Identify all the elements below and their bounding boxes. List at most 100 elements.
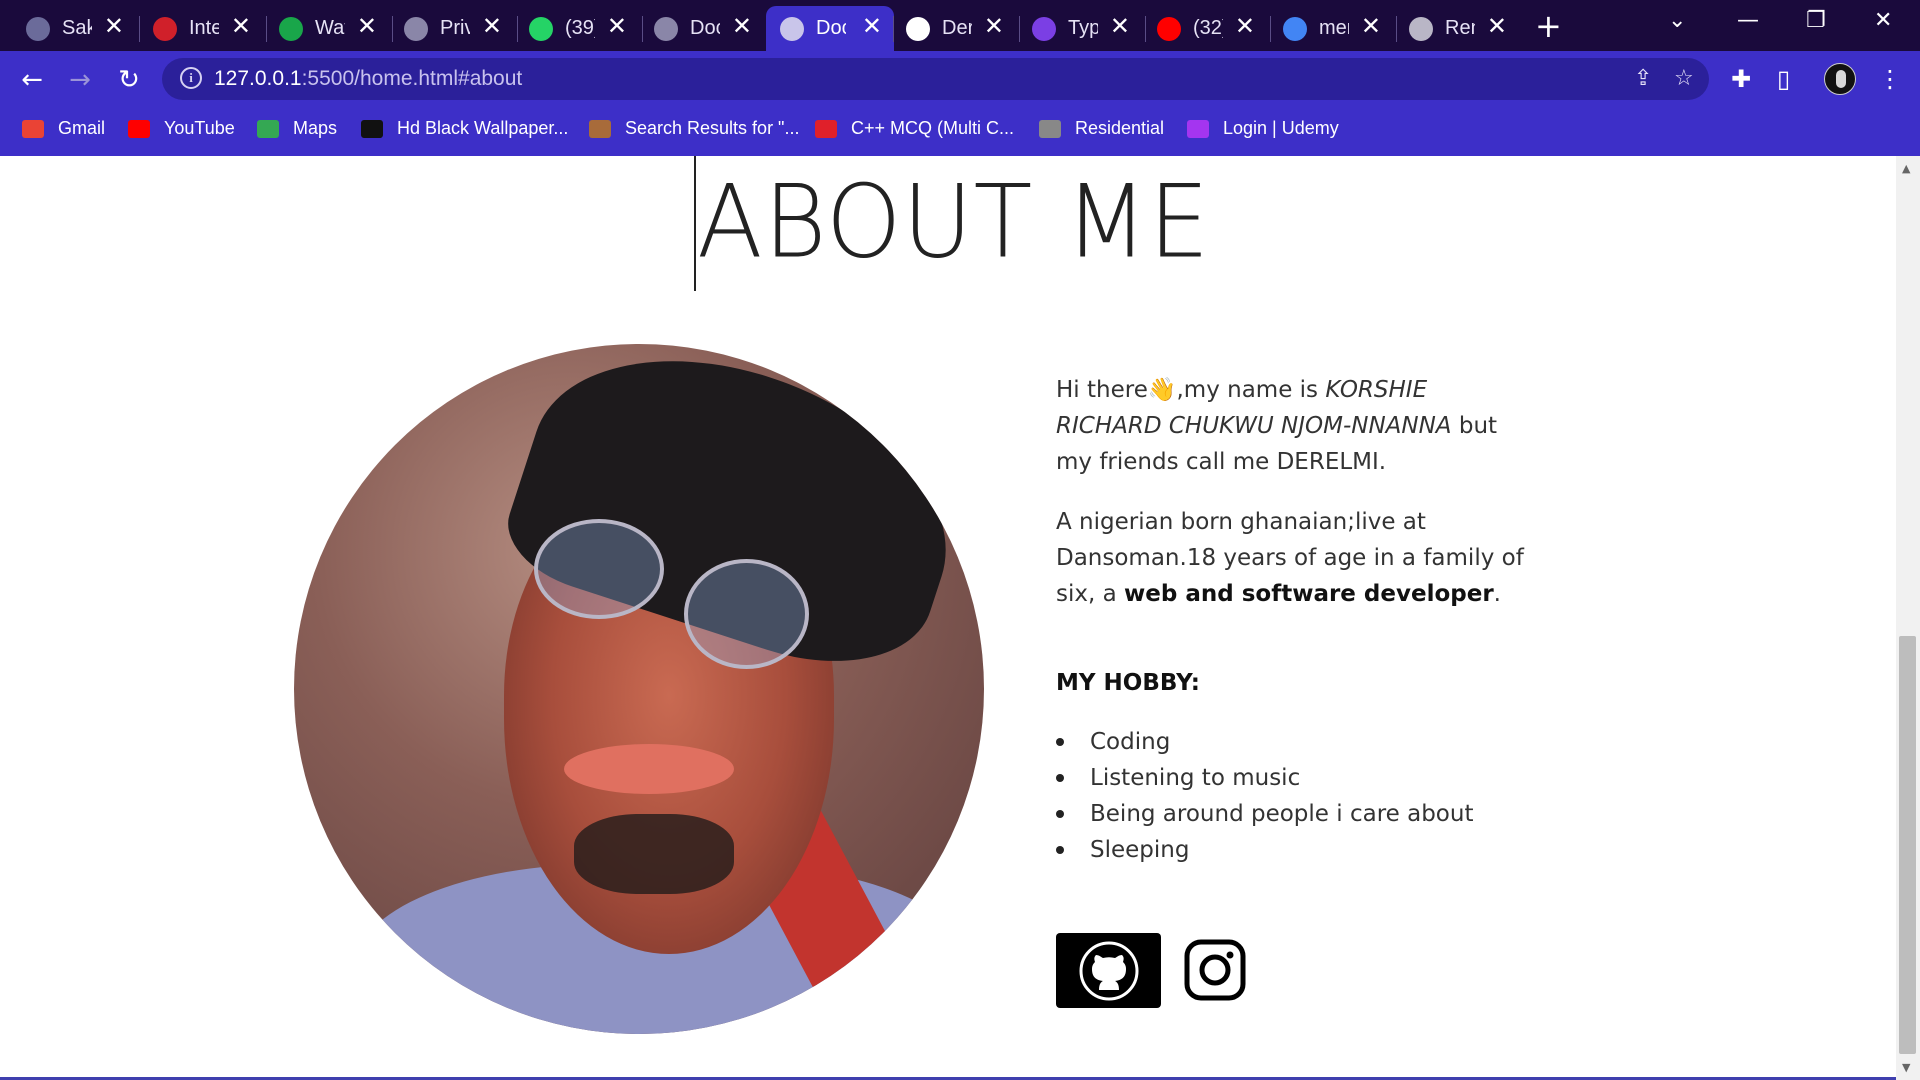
list-item: Listening to music: [1056, 760, 1473, 796]
tab[interactable]: Priv ✕: [390, 6, 514, 51]
bookmark-label: Login | Udemy: [1223, 118, 1339, 138]
page-scrollbar[interactable]: ▲ ▼: [1896, 156, 1920, 1080]
tab-close-icon[interactable]: ✕: [607, 15, 627, 39]
bookmark-label: Search Results for "...: [625, 118, 800, 138]
minimize-icon[interactable]: —: [1737, 8, 1759, 33]
bootstrap-icon: [1032, 16, 1056, 41]
bookmark-item[interactable]: Maps: [257, 118, 337, 139]
bio-text: Hi there👋,my name is KORSHIE RICHARD CHU…: [1056, 372, 1536, 636]
tab[interactable]: (39) ✕: [515, 6, 639, 51]
restore-icon[interactable]: ❐: [1806, 8, 1826, 33]
url-text[interactable]: 127.0.0.1:5500/home.html#about: [214, 67, 522, 91]
bookmark-favicon-icon: [589, 119, 611, 138]
tab-close-icon[interactable]: ✕: [984, 15, 1004, 39]
layers-icon: [1409, 16, 1433, 41]
scrollbar-thumb[interactable]: [1899, 636, 1916, 1054]
tab[interactable]: Doc ✕: [766, 6, 894, 51]
tab[interactable]: Ren ✕: [1395, 6, 1519, 51]
tab-close-icon[interactable]: ✕: [104, 15, 124, 39]
tab-title: (39): [565, 17, 595, 39]
role-highlight: web and software developer: [1124, 581, 1494, 607]
menu-icon[interactable]: ⋮: [1878, 65, 1902, 93]
tab[interactable]: mer ✕: [1269, 6, 1393, 51]
list-item: Coding: [1056, 724, 1473, 760]
globe-icon: [654, 16, 678, 41]
bio-intro: Hi there👋,my name is KORSHIE RICHARD CHU…: [1056, 377, 1498, 475]
github-icon: [1079, 941, 1138, 1000]
tab-close-icon[interactable]: ✕: [1487, 15, 1507, 39]
hobby-heading: MY HOBBY:: [1056, 670, 1201, 696]
tab[interactable]: Wat ✕: [265, 6, 389, 51]
side-panel-icon[interactable]: ▯: [1777, 65, 1790, 93]
bookmark-label: C++ MCQ (Multi C...: [851, 118, 1015, 138]
tab-title: (32): [1193, 17, 1223, 39]
address-bar[interactable]: i 127.0.0.1:5500/home.html#about ⇪ ☆: [162, 58, 1709, 100]
tab[interactable]: Inte ✕: [139, 6, 263, 51]
about-section: ABOUT ME Hi there👋,my name is KORSHIE RI…: [0, 156, 1896, 1080]
tab-title: Typ: [1068, 17, 1098, 39]
tab[interactable]: Typ ✕: [1018, 6, 1142, 51]
new-tab-button[interactable]: +: [1535, 10, 1562, 42]
bookmark-item[interactable]: Residential: [1039, 118, 1164, 139]
bookmark-favicon-icon: [815, 119, 837, 138]
tab-title: mer: [1319, 17, 1349, 39]
bookmark-item[interactable]: Gmail: [22, 118, 105, 139]
bookmark-favicon-icon: [22, 119, 44, 138]
instagram-icon: [1184, 939, 1246, 1001]
tab[interactable]: Doc ✕: [640, 6, 764, 51]
hobby-list: Coding Listening to music Being around p…: [1056, 724, 1473, 868]
bio-details: A nigerian born ghanaian;live at Dansoma…: [1056, 509, 1524, 607]
book-icon: [26, 16, 50, 41]
tab-title: Ren: [1445, 17, 1475, 39]
bookmark-label: Maps: [293, 118, 338, 138]
wave-emoji: 👋: [1147, 377, 1177, 403]
forward-icon[interactable]: →: [62, 65, 98, 95]
profile-avatar[interactable]: [1824, 63, 1856, 95]
scroll-up-icon[interactable]: ▲: [1902, 162, 1910, 175]
list-item: Being around people i care about: [1056, 796, 1473, 832]
scroll-down-icon[interactable]: ▼: [1902, 1061, 1910, 1074]
bookmark-favicon-icon: [1187, 119, 1209, 138]
github-icon: [906, 16, 930, 41]
whatsapp-icon: [529, 16, 553, 41]
bookmark-label: Residential: [1075, 118, 1165, 138]
bookmark-star-icon[interactable]: ☆: [1674, 66, 1694, 91]
bookmark-label: Gmail: [58, 118, 106, 138]
back-icon[interactable]: ←: [14, 65, 50, 95]
tab-close-icon[interactable]: ✕: [1235, 15, 1255, 39]
bookmark-label: Hd Black Wallpaper...: [397, 118, 569, 138]
profile-photo: [294, 344, 984, 1034]
share-icon[interactable]: ⇪: [1634, 66, 1652, 91]
site-info-icon[interactable]: i: [180, 67, 202, 89]
extensions-icon[interactable]: ✚: [1731, 65, 1751, 93]
tab-close-icon[interactable]: ✕: [357, 15, 377, 39]
bookmark-item[interactable]: Login | Udemy: [1187, 118, 1339, 139]
bookmark-item[interactable]: Search Results for "...: [589, 118, 799, 139]
tab[interactable]: (32) ✕: [1143, 6, 1267, 51]
tab-close-icon[interactable]: ✕: [732, 15, 752, 39]
tab-close-icon[interactable]: ✕: [1110, 15, 1130, 39]
instagram-link[interactable]: [1184, 939, 1246, 1001]
github-link[interactable]: [1056, 933, 1161, 1008]
tab-close-icon[interactable]: ✕: [862, 15, 882, 39]
tab-close-icon[interactable]: ✕: [1361, 15, 1381, 39]
tab-title: Sak: [62, 17, 92, 39]
bookmark-item[interactable]: Hd Black Wallpaper...: [361, 118, 568, 139]
tab-title: Doc: [816, 17, 846, 39]
bookmark-item[interactable]: YouTube: [128, 118, 235, 139]
tab-title: Inte: [189, 17, 219, 39]
tab-title: Der: [942, 17, 972, 39]
list-item: Sleeping: [1056, 832, 1473, 868]
close-window-icon[interactable]: ✕: [1874, 8, 1892, 33]
tab[interactable]: Der ✕: [892, 6, 1016, 51]
tab[interactable]: Sak ✕: [12, 6, 136, 51]
tab-close-icon[interactable]: ✕: [231, 15, 251, 39]
tab-close-icon[interactable]: ✕: [482, 15, 502, 39]
globe-icon: [404, 16, 428, 41]
bookmarks-bar: Gmail YouTube Maps Hd Black Wallpaper... Sea…: [0, 107, 1920, 153]
reload-icon[interactable]: ↻: [111, 65, 147, 95]
text-cursor: [694, 156, 696, 291]
bookmark-item[interactable]: C++ MCQ (Multi C...: [815, 118, 1014, 139]
bookmark-favicon-icon: [128, 119, 150, 138]
tab-search-icon[interactable]: ⌄: [1668, 8, 1686, 33]
